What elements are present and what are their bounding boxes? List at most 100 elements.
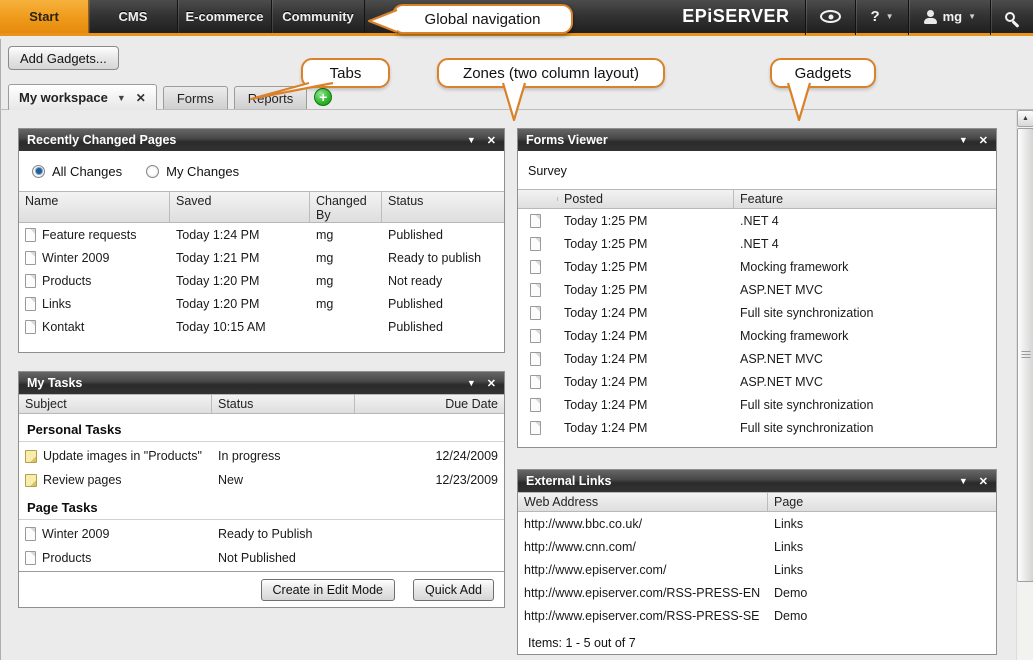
user-menu-button[interactable]: mg▼ (909, 0, 990, 35)
link-row[interactable]: http://www.bbc.co.uk/Links (518, 512, 996, 535)
vertical-scrollbar[interactable]: ▲ (1016, 110, 1033, 660)
changes-filter: All Changes My Changes (19, 151, 504, 191)
add-gadgets-button[interactable]: Add Gadgets... (8, 46, 119, 70)
web-address[interactable]: http://www.cnn.com/ (518, 540, 768, 554)
task-row[interactable]: Winter 2009 Ready to Publish (19, 522, 504, 546)
close-icon[interactable]: ✕ (979, 134, 988, 147)
column-header[interactable]: Web Address (518, 493, 768, 511)
task-due-date: 12/24/2009 (355, 449, 504, 463)
task-status: Ready to Publish (212, 527, 355, 541)
close-icon[interactable]: ✕ (487, 134, 496, 147)
gadget-header[interactable]: Forms Viewer ▼ ✕ (518, 129, 996, 151)
form-post-row[interactable]: Today 1:25 PM.NET 4 (518, 209, 996, 232)
form-post-row[interactable]: Today 1:25 PMMocking framework (518, 255, 996, 278)
tab-forms[interactable]: Forms (163, 86, 228, 109)
radio-my-changes[interactable]: My Changes (146, 164, 239, 179)
radio-all-changes[interactable]: All Changes (32, 164, 122, 179)
table-row[interactable]: Feature requests Today 1:24 PM mg Publis… (19, 223, 504, 246)
column-header[interactable]: Changed By (310, 192, 382, 222)
form-post-row[interactable]: Today 1:24 PMFull site synchronization (518, 393, 996, 416)
close-icon[interactable]: ✕ (487, 377, 496, 390)
task-row[interactable]: Products Not Published (19, 546, 504, 570)
callout-global-navigation: Global navigation (392, 4, 573, 34)
scrollbar-thumb[interactable] (1017, 128, 1033, 582)
section-page-tasks: Page Tasks (19, 492, 504, 520)
gadget-header[interactable]: External Links ▼ ✕ (518, 470, 996, 492)
column-header[interactable]: Saved (170, 192, 310, 222)
table-row[interactable]: Kontakt Today 10:15 AM Published (19, 315, 504, 338)
column-header[interactable]: Posted (558, 190, 734, 208)
help-button[interactable]: ?▼ (856, 0, 907, 35)
posted-time: Today 1:24 PM (558, 375, 734, 389)
link-row[interactable]: http://www.episerver.com/RSS-PRESS-ENDem… (518, 581, 996, 604)
page-name: Demo (768, 586, 996, 600)
tab-my-workspace[interactable]: My workspace ▼ ✕ (8, 84, 157, 110)
page-icon (25, 228, 36, 242)
callout-text: Gadgets (795, 65, 852, 82)
gadget-header[interactable]: My Tasks ▼ ✕ (19, 372, 504, 394)
chevron-down-icon[interactable]: ▼ (467, 135, 476, 145)
chevron-down-icon[interactable]: ▼ (117, 93, 126, 103)
page-icon (25, 297, 36, 311)
page-icon (530, 329, 541, 343)
chevron-down-icon[interactable]: ▼ (467, 378, 476, 388)
table-row[interactable]: Links Today 1:20 PM mg Published (19, 292, 504, 315)
column-header[interactable]: Due Date (355, 395, 504, 413)
task-row[interactable]: Update images in "Products" In progress … (19, 444, 504, 468)
link-row[interactable]: http://www.cnn.com/Links (518, 535, 996, 558)
page-icon (530, 237, 541, 251)
callout-tabs: Tabs (301, 58, 390, 88)
form-post-row[interactable]: Today 1:24 PMASP.NET MVC (518, 347, 996, 370)
table-row[interactable]: Winter 2009 Today 1:21 PM mg Ready to pu… (19, 246, 504, 269)
link-row[interactable]: http://www.episerver.com/RSS-PRESS-SEDem… (518, 604, 996, 627)
nav-tab-start[interactable]: Start (0, 0, 89, 33)
page-name: Links (768, 540, 996, 554)
window-left-edge (0, 39, 1, 660)
help-label: ? (870, 8, 879, 25)
gadget-controls: ▼ ✕ (959, 134, 988, 147)
task-row[interactable]: Review pages New 12/23/2009 (19, 468, 504, 492)
nav-tab-community[interactable]: Community (272, 0, 365, 33)
quick-add-button[interactable]: Quick Add (413, 579, 494, 601)
gadget-header[interactable]: Recently Changed Pages ▼ ✕ (19, 129, 504, 151)
task-subject: Update images in "Products" (43, 449, 202, 463)
nav-tab-ecommerce[interactable]: E-commerce (178, 0, 272, 33)
feature: .NET 4 (734, 237, 996, 251)
form-post-row[interactable]: Today 1:25 PMASP.NET MVC (518, 278, 996, 301)
page-name: Demo (768, 609, 996, 623)
create-in-edit-mode-button[interactable]: Create in Edit Mode (261, 579, 395, 601)
table-row[interactable]: Products Today 1:20 PM mg Not ready (19, 269, 504, 292)
link-row[interactable]: http://www.episerver.com/Links (518, 558, 996, 581)
gadget-title: Forms Viewer (526, 133, 608, 147)
nav-tab-label: E-commerce (185, 9, 263, 24)
form-post-row[interactable]: Today 1:24 PMASP.NET MVC (518, 370, 996, 393)
nav-tab-cms[interactable]: CMS (89, 0, 178, 33)
column-header[interactable]: Feature (734, 190, 996, 208)
status: Published (382, 320, 504, 334)
form-post-row[interactable]: Today 1:24 PMFull site synchronization (518, 416, 996, 439)
close-icon[interactable]: ✕ (136, 91, 146, 105)
chevron-down-icon[interactable]: ▼ (959, 135, 968, 145)
chevron-down-icon[interactable]: ▼ (959, 476, 968, 486)
form-post-row[interactable]: Today 1:25 PM.NET 4 (518, 232, 996, 255)
web-address[interactable]: http://www.episerver.com/ (518, 563, 768, 577)
column-header[interactable]: Name (19, 192, 170, 222)
web-address[interactable]: http://www.episerver.com/RSS-PRESS-SE (518, 609, 768, 623)
web-address[interactable]: http://www.episerver.com/RSS-PRESS-EN (518, 586, 768, 600)
column-header[interactable]: Status (382, 192, 504, 222)
preview-button[interactable] (806, 0, 855, 35)
feature: ASP.NET MVC (734, 375, 996, 389)
web-address[interactable]: http://www.bbc.co.uk/ (518, 517, 768, 531)
search-button[interactable] (991, 0, 1033, 35)
page-icon (530, 260, 541, 274)
items-count: Items: 1 - 5 out of 7 (518, 627, 996, 659)
column-header[interactable]: Status (212, 395, 355, 413)
form-post-row[interactable]: Today 1:24 PMMocking framework (518, 324, 996, 347)
column-header[interactable]: Subject (19, 395, 212, 413)
saved-time: Today 1:21 PM (170, 251, 310, 265)
column-header[interactable]: Page (768, 493, 996, 511)
person-icon (923, 10, 937, 24)
form-post-row[interactable]: Today 1:24 PMFull site synchronization (518, 301, 996, 324)
close-icon[interactable]: ✕ (979, 475, 988, 488)
scroll-up-button[interactable]: ▲ (1017, 110, 1033, 127)
